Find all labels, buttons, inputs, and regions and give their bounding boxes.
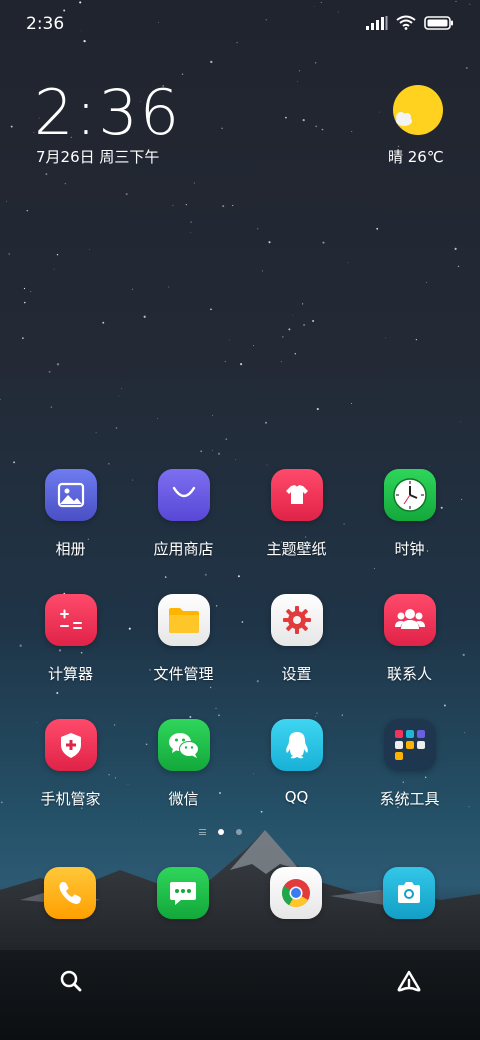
- app-label: 应用商店: [153, 540, 214, 558]
- clock-widget-time[interactable]: 2:36: [34, 76, 181, 149]
- folder-group-icon: [383, 719, 436, 771]
- app-gallery[interactable]: 相册: [14, 469, 127, 559]
- phone-icon[interactable]: [44, 867, 96, 919]
- battery-icon: [424, 15, 453, 30]
- messages-icon[interactable]: [157, 867, 209, 919]
- gear-icon: [270, 594, 323, 646]
- app-file-manager[interactable]: 文件管理: [127, 594, 240, 684]
- app-label: 时钟: [394, 540, 425, 558]
- app-label: 相册: [55, 540, 86, 558]
- app-label: 计算器: [47, 665, 93, 683]
- search-button[interactable]: [56, 966, 86, 996]
- app-label: 联系人: [386, 665, 432, 683]
- app-settings[interactable]: 设置: [240, 594, 353, 684]
- app-wechat[interactable]: 微信: [127, 719, 240, 809]
- app-security[interactable]: 手机管家: [14, 719, 127, 809]
- wechat-icon: [157, 719, 210, 771]
- chrome-icon[interactable]: [270, 867, 322, 919]
- calculator-icon: [44, 594, 97, 646]
- status-time: 2:36: [26, 14, 65, 34]
- security-shield-icon: [44, 719, 97, 771]
- contacts-icon: [383, 594, 436, 646]
- page-list-icon: [199, 829, 206, 835]
- search-icon: [60, 970, 82, 992]
- app-themes[interactable]: 主题壁纸: [240, 469, 353, 559]
- wifi-icon: [396, 15, 416, 30]
- folder-icon: [157, 594, 210, 646]
- page-indicator[interactable]: [199, 829, 242, 835]
- app-label: QQ: [284, 788, 309, 806]
- themes-icon: [270, 469, 323, 521]
- app-label: 设置: [281, 665, 312, 683]
- app-app-store[interactable]: 应用商店: [127, 469, 240, 559]
- page-dot-active: [218, 829, 224, 835]
- app-label: 微信: [168, 790, 199, 808]
- app-label: 系统工具: [379, 790, 440, 808]
- app-label: 主题壁纸: [266, 540, 327, 558]
- app-store-icon: [157, 469, 210, 521]
- app-contacts[interactable]: 联系人: [353, 594, 466, 684]
- app-calculator[interactable]: 计算器: [14, 594, 127, 684]
- clock-icon: [383, 469, 436, 521]
- app-system-tools-folder[interactable]: 系统工具: [353, 719, 466, 809]
- status-icons: [366, 15, 454, 30]
- app-label: 文件管理: [153, 665, 214, 683]
- app-qq[interactable]: QQ: [240, 719, 353, 806]
- gallery-icon: [44, 469, 97, 521]
- sunny-cloud-icon[interactable]: [392, 84, 444, 136]
- page-dot: [236, 829, 242, 835]
- app-clock[interactable]: 时钟: [353, 469, 466, 559]
- assistant-icon: [397, 970, 421, 992]
- qq-penguin-icon: [270, 719, 323, 771]
- clock-widget-date[interactable]: 7月26日 周三下午: [36, 146, 159, 167]
- app-label: 手机管家: [40, 790, 101, 808]
- status-bar: 2:36: [0, 0, 480, 50]
- mountain-wallpaper: [0, 830, 480, 1040]
- assistant-button[interactable]: [394, 966, 424, 996]
- signal-bars-icon: [366, 15, 388, 30]
- weather-text[interactable]: 晴 26℃: [388, 146, 444, 167]
- camera-icon[interactable]: [383, 867, 435, 919]
